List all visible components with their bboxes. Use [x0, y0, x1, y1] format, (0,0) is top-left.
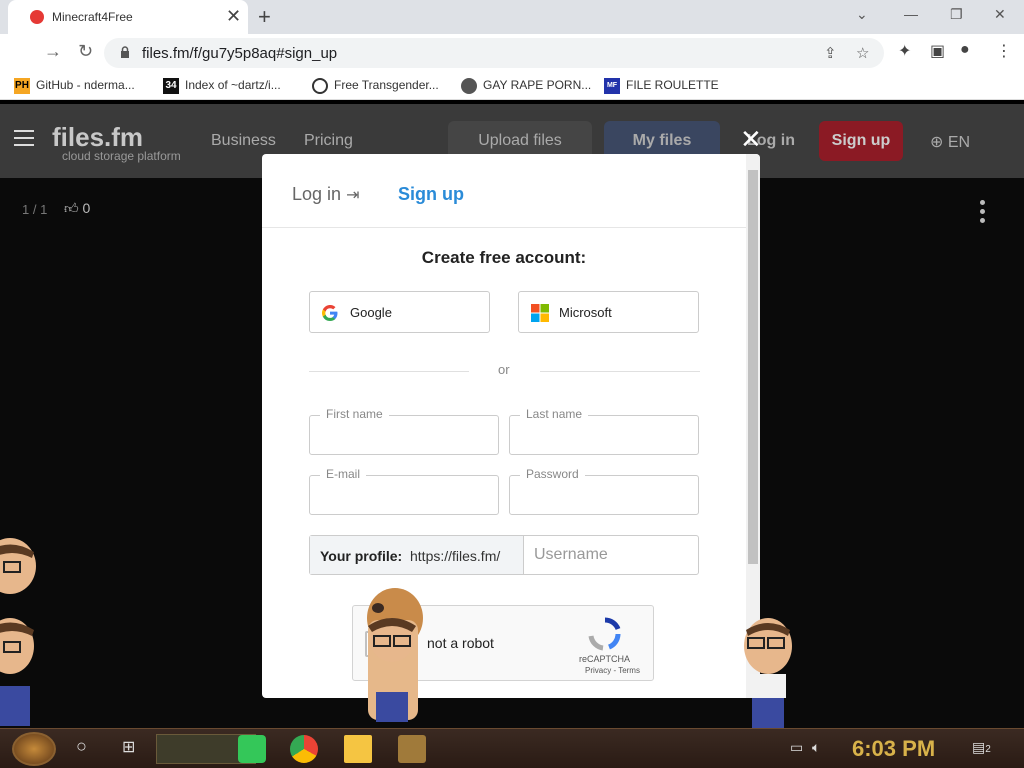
profile-avatar-icon[interactable]: ● — [960, 41, 970, 59]
first-name-label: First name — [320, 407, 389, 421]
password-field[interactable]: Password — [509, 467, 699, 515]
google-icon — [322, 305, 338, 321]
globe-icon — [461, 78, 477, 94]
more-options-icon[interactable] — [980, 200, 986, 227]
address-bar[interactable]: files.fm/f/gu7y5p8aq#sign_up ⇪ ☆ — [104, 38, 884, 68]
profile-url-group: Your profile: https://files.fm/ Username — [309, 535, 699, 575]
like-button[interactable]: 👍︎ 0 — [64, 200, 90, 217]
last-name-label: Last name — [520, 407, 589, 421]
microsoft-label: Microsoft — [559, 305, 612, 320]
profile-prefix: Your profile: https://files.fm/ — [310, 536, 524, 574]
header-signup-button[interactable]: Sign up — [819, 121, 903, 161]
notifications-icon[interactable]: ▤2 — [972, 739, 991, 756]
recaptcha-brand: reCAPTCHA — [579, 654, 631, 664]
password-label: Password — [520, 467, 585, 481]
bookmark-transgender[interactable]: Free Transgender... — [312, 78, 439, 94]
start-button-icon[interactable] — [12, 732, 56, 766]
reload-icon[interactable]: ↻ — [78, 41, 93, 62]
or-separator: or — [498, 362, 510, 377]
divider-left — [309, 371, 469, 372]
forward-icon[interactable]: → — [44, 41, 62, 62]
microsoft-signin-button[interactable]: Microsoft — [518, 291, 699, 333]
file-counter: 1 / 1 — [22, 202, 48, 217]
extensions-icon[interactable]: ✦ — [898, 41, 911, 61]
minimize-icon[interactable]: — — [904, 6, 918, 22]
email-label: E-mail — [320, 467, 367, 481]
nav-pricing[interactable]: Pricing — [304, 132, 353, 150]
modal-scrollbar[interactable] — [748, 170, 758, 564]
language-selector[interactable]: ⊕ EN — [930, 132, 970, 152]
close-window-icon[interactable]: ✕ — [994, 6, 1006, 23]
notes-app-icon[interactable] — [238, 735, 266, 763]
nav-business[interactable]: Business — [211, 132, 276, 150]
mf-icon: MF — [604, 78, 620, 94]
tab-favicon-icon — [30, 10, 44, 24]
bookmark-file-roulette[interactable]: MF FILE ROULETTE — [604, 78, 719, 94]
share-icon[interactable]: ⇪ — [824, 44, 837, 62]
signup-modal: Log in ⇥ Sign up Create free account: Go… — [262, 154, 760, 698]
files-fm-logo[interactable]: files.fm cloud storage platform — [52, 122, 181, 163]
modal-tabs: Log in ⇥ Sign up — [262, 154, 746, 228]
task-view-icon[interactable]: ⊞ — [122, 737, 135, 757]
google-label: Google — [350, 305, 392, 320]
bookmark-index[interactable]: 34 Index of ~dartz/i... — [163, 78, 281, 94]
windows-taskbar: ○ ⊞ ▭ 🔈︎ 6:03 PM ▤2 — [0, 728, 1024, 768]
browser-toolbar: → ↻ files.fm/f/gu7y5p8aq#sign_up ⇪ ☆ ✦ ▣… — [0, 34, 1024, 72]
divider-right — [540, 371, 700, 372]
profile-url: https://files.fm/ — [410, 548, 501, 564]
tab-title: Minecraft4Free — [52, 10, 133, 24]
profile-label: Your profile: — [320, 548, 403, 564]
ph-icon: PH — [14, 78, 30, 94]
mascot-right-character — [744, 618, 792, 728]
modal-heading: Create free account: — [421, 248, 587, 267]
game-app-icon[interactable] — [398, 735, 426, 763]
recaptcha-logo-icon — [588, 617, 621, 651]
microsoft-icon — [531, 304, 549, 322]
tab-login[interactable]: Log in ⇥ — [292, 184, 359, 205]
hamburger-menu-icon[interactable] — [14, 130, 34, 146]
url-text: files.fm/f/gu7y5p8aq#sign_up — [142, 45, 338, 62]
index-icon: 34 — [163, 78, 179, 94]
mascot-left-character — [0, 538, 36, 726]
browser-menu-icon[interactable]: ⋮ — [996, 41, 1012, 61]
volume-muted-icon[interactable]: 🔈︎ — [812, 739, 820, 756]
chrome-taskbar-icon[interactable] — [290, 735, 318, 763]
login-arrow-icon: ⇥ — [346, 187, 360, 204]
mascot-hamster-character — [367, 588, 423, 722]
new-tab-icon[interactable]: + — [258, 4, 271, 30]
browser-tab-strip: Minecraft4Free ✕ + ⌄ — ❐ ✕ — [0, 0, 1024, 34]
bookmarks-bar: PH GitHub - ndermа... 34 Index of ~dartz/i… — [0, 72, 1024, 100]
bookmark-globe[interactable]: GAY RAPE PORN... — [461, 78, 591, 94]
restore-icon[interactable]: ❐ — [950, 6, 963, 23]
clock[interactable]: 6:03 PM — [852, 736, 935, 762]
file-explorer-icon[interactable] — [344, 735, 372, 763]
recaptcha-privacy-terms[interactable]: Privacy - Terms — [585, 666, 640, 675]
network-icon[interactable]: ▭ — [790, 739, 803, 756]
last-name-field[interactable]: Last name — [509, 407, 699, 455]
username-input[interactable]: Username — [534, 546, 608, 564]
email-field[interactable]: E-mail — [309, 467, 499, 515]
tab-signup[interactable]: Sign up — [398, 184, 464, 205]
bookmark-github[interactable]: PH GitHub - ndermа... — [14, 78, 135, 94]
browser-tab[interactable]: Minecraft4Free ✕ — [8, 0, 248, 34]
first-name-field[interactable]: First name — [309, 407, 499, 455]
google-signin-button[interactable]: Google — [309, 291, 490, 333]
tab-close-icon[interactable]: ✕ — [226, 6, 241, 26]
side-panel-icon[interactable]: ▣ — [930, 41, 945, 61]
tab-search-icon[interactable]: ⌄ — [856, 6, 868, 23]
cortana-icon[interactable]: ○ — [76, 736, 87, 757]
lock-icon — [121, 46, 129, 58]
site-icon — [312, 78, 328, 94]
modal-close-icon[interactable]: ✕ — [740, 124, 762, 155]
bookmark-star-icon[interactable]: ☆ — [856, 44, 869, 62]
